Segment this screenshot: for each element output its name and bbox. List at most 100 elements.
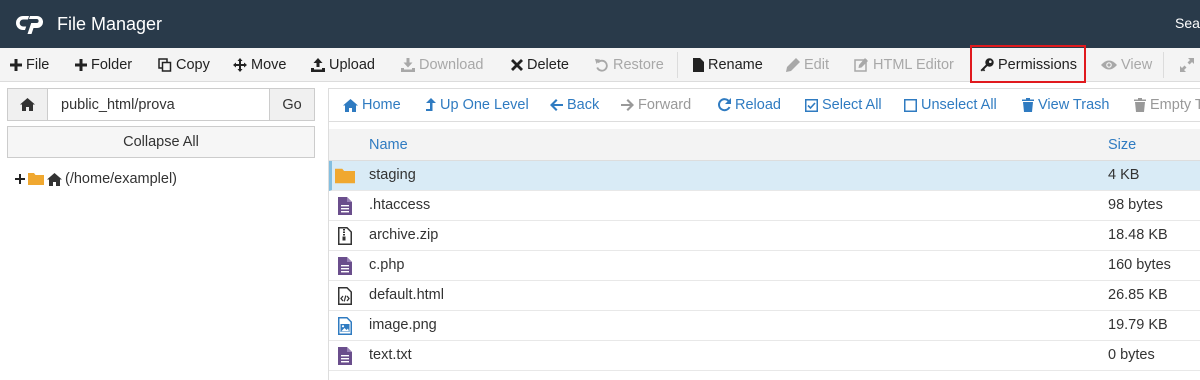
edit-label: Edit bbox=[804, 56, 829, 73]
file-name: image.png bbox=[369, 317, 437, 333]
home-icon bbox=[343, 98, 358, 112]
plus-icon bbox=[10, 58, 22, 71]
file-row[interactable]: default.html 26.85 KB bbox=[329, 281, 1200, 311]
zip-file-icon bbox=[335, 226, 355, 246]
file-size: 98 bytes bbox=[1108, 197, 1163, 213]
unselect-all-label: Unselect All bbox=[921, 97, 997, 113]
toolbar-separator bbox=[677, 52, 678, 78]
file-size: 0 bytes bbox=[1108, 347, 1155, 363]
times-icon bbox=[511, 58, 523, 71]
expand-plus-icon[interactable] bbox=[15, 174, 25, 184]
file-name: text.txt bbox=[369, 347, 412, 363]
html-editor-label: HTML Editor bbox=[873, 56, 954, 73]
html-editor-button[interactable]: HTML Editor bbox=[854, 48, 954, 81]
view-label: View bbox=[1121, 56, 1153, 73]
copy-icon bbox=[158, 57, 172, 72]
checkbox-empty-icon bbox=[904, 98, 917, 112]
file-row[interactable]: staging 4 KB bbox=[329, 161, 1200, 191]
file-row[interactable]: c.php 160 bytes bbox=[329, 251, 1200, 281]
file-icon bbox=[693, 57, 704, 72]
back-label: Back bbox=[567, 97, 600, 113]
copy-button[interactable]: Copy bbox=[158, 48, 210, 81]
permissions-highlight-box bbox=[970, 45, 1086, 83]
view-button[interactable]: View bbox=[1101, 48, 1152, 81]
size-column-header[interactable]: Size bbox=[1108, 137, 1136, 153]
top-search-link[interactable]: Search bbox=[1175, 15, 1200, 31]
text-file-icon bbox=[335, 346, 355, 366]
collapse-all-button[interactable]: Collapse All bbox=[7, 126, 315, 158]
home-icon bbox=[47, 172, 62, 186]
edit-square-icon bbox=[854, 57, 868, 72]
file-size: 18.48 KB bbox=[1108, 227, 1168, 243]
forward-button[interactable]: Forward bbox=[621, 89, 691, 121]
name-column-header[interactable]: Name bbox=[369, 137, 408, 153]
cpanel-logo-icon[interactable] bbox=[16, 12, 46, 36]
download-label: Download bbox=[419, 56, 484, 73]
delete-label: Delete bbox=[527, 56, 569, 73]
arrow-right-icon bbox=[621, 99, 634, 111]
directory-tree-root[interactable]: (/home/examplel) bbox=[15, 171, 177, 187]
nav-home-label: Home bbox=[362, 97, 401, 113]
file-row[interactable]: archive.zip 18.48 KB bbox=[329, 221, 1200, 251]
toolbar-separator bbox=[1163, 52, 1164, 78]
text-file-icon bbox=[335, 196, 355, 216]
app-title: File Manager bbox=[57, 14, 163, 34]
trash-icon bbox=[1022, 98, 1034, 112]
pencil-icon bbox=[786, 57, 800, 72]
checkbox-checked-icon bbox=[805, 98, 818, 112]
empty-trash-button[interactable]: Empty Trash bbox=[1134, 89, 1200, 121]
new-file-button[interactable]: File bbox=[10, 48, 49, 81]
image-file-icon bbox=[335, 316, 355, 336]
path-input[interactable] bbox=[48, 89, 269, 120]
arrow-left-icon bbox=[550, 99, 563, 111]
reload-label: Reload bbox=[735, 97, 781, 113]
file-size: 19.79 KB bbox=[1108, 317, 1168, 333]
upload-label: Upload bbox=[329, 56, 375, 73]
file-size: 4 KB bbox=[1108, 167, 1140, 183]
unselect-all-button[interactable]: Unselect All bbox=[904, 89, 997, 121]
undo-icon bbox=[595, 58, 608, 72]
home-icon bbox=[20, 98, 35, 111]
new-folder-label: Folder bbox=[91, 56, 133, 73]
top-bar: File Manager Search bbox=[0, 0, 1200, 48]
download-icon bbox=[401, 57, 415, 72]
file-name: default.html bbox=[369, 287, 444, 303]
new-folder-button[interactable]: Folder bbox=[75, 48, 132, 81]
download-button[interactable]: Download bbox=[401, 48, 484, 81]
path-home-button[interactable] bbox=[8, 89, 48, 120]
go-button[interactable]: Go bbox=[269, 89, 314, 120]
file-row[interactable]: image.png 19.79 KB bbox=[329, 311, 1200, 341]
back-button[interactable]: Back bbox=[550, 89, 599, 121]
file-row[interactable]: .htaccess 98 bytes bbox=[329, 191, 1200, 221]
file-size: 160 bytes bbox=[1108, 257, 1171, 273]
select-all-button[interactable]: Select All bbox=[805, 89, 882, 121]
expand-button[interactable] bbox=[1180, 48, 1198, 81]
view-trash-button[interactable]: View Trash bbox=[1022, 89, 1109, 121]
move-arrows-icon bbox=[233, 57, 247, 72]
folder-icon bbox=[335, 166, 355, 186]
empty-trash-label: Empty Trash bbox=[1150, 97, 1200, 113]
reload-button[interactable]: Reload bbox=[717, 89, 781, 121]
level-up-icon bbox=[426, 97, 436, 111]
rename-button[interactable]: Rename bbox=[693, 48, 763, 81]
edit-button[interactable]: Edit bbox=[786, 48, 829, 81]
file-row[interactable]: text.txt 0 bytes bbox=[329, 341, 1200, 371]
eye-icon bbox=[1101, 60, 1117, 69]
move-button[interactable]: Move bbox=[233, 48, 286, 81]
plus-icon bbox=[75, 58, 87, 71]
move-label: Move bbox=[251, 56, 287, 73]
up-one-level-button[interactable]: Up One Level bbox=[426, 89, 529, 121]
upload-button[interactable]: Upload bbox=[311, 48, 375, 81]
navigation-bar: Home Up One Level Back Forward Reload Se… bbox=[329, 88, 1200, 122]
delete-button[interactable]: Delete bbox=[511, 48, 569, 81]
forward-label: Forward bbox=[638, 97, 692, 113]
file-name: c.php bbox=[369, 257, 405, 273]
restore-button[interactable]: Restore bbox=[595, 48, 664, 81]
tree-root-label: (/home/examplel) bbox=[65, 171, 178, 187]
view-trash-label: View Trash bbox=[1038, 97, 1110, 113]
select-all-label: Select All bbox=[822, 97, 882, 113]
up-one-level-label: Up One Level bbox=[440, 97, 529, 113]
nav-home-button[interactable]: Home bbox=[343, 89, 401, 121]
code-file-icon bbox=[335, 286, 355, 306]
file-size: 26.85 KB bbox=[1108, 287, 1168, 303]
